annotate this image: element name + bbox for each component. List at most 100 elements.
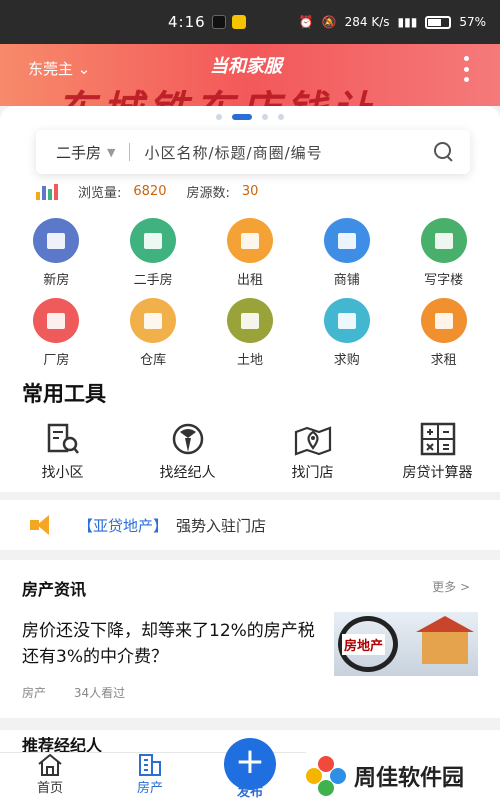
carousel-indicator [0, 114, 500, 120]
carousel-dot[interactable] [262, 114, 268, 120]
views-count: 6820 [133, 184, 167, 199]
carousel-dot-active[interactable] [232, 114, 252, 120]
shop-icon [323, 218, 370, 263]
divider [129, 143, 131, 161]
city-selector[interactable]: 东莞主 ⌄ [28, 58, 90, 79]
battery-icon [425, 15, 452, 29]
main-content: 二手房 ▼ 小区名称/标题/商圈/编号 浏览量: 6820 房源数: 30 新房… [0, 106, 500, 752]
listings-count: 30 [241, 184, 259, 199]
category-factory[interactable]: 厂房 [16, 298, 96, 368]
alarm-icon: ⏰ [298, 15, 314, 29]
network-speed: 284 K/s [344, 15, 390, 29]
announcement-text: 强势入驻门店 [176, 516, 267, 535]
announcement-bar[interactable]: 【亚贷地产】 强势入驻门店 [0, 500, 500, 550]
tool-label: 找小区 [41, 465, 84, 481]
home-icon [38, 753, 62, 776]
tab-label: 房产 [136, 781, 163, 796]
category-want-rent[interactable]: 求租 [404, 298, 484, 368]
rent-icon [226, 218, 273, 263]
agent-icon [172, 423, 203, 455]
search-input[interactable]: 小区名称/标题/商圈/编号 [144, 142, 434, 163]
caret-down-icon[interactable]: ▼ [107, 146, 115, 159]
office-building-icon [420, 218, 467, 263]
publish-label: 发布 [236, 785, 263, 800]
category-label: 土地 [236, 353, 263, 368]
warehouse-icon [130, 298, 177, 343]
clock: 4:16 [168, 13, 206, 31]
tab-property[interactable]: 房产 [100, 753, 200, 800]
find-agent-button[interactable]: 找经纪人 [133, 422, 243, 482]
category-label: 商铺 [333, 273, 360, 288]
category-label: 写字楼 [424, 273, 464, 288]
news-article-title[interactable]: 房价还没下降，却等来了12%的房产税还有3%的中介费？ [22, 618, 322, 670]
mortgage-calculator-button[interactable]: 房贷计算器 [383, 422, 493, 482]
map-pin-icon [294, 426, 331, 456]
app-notification-icon [231, 15, 246, 29]
battery-percent: 57% [459, 15, 486, 29]
want-rent-icon [420, 298, 467, 343]
more-menu-icon[interactable] [464, 56, 470, 82]
carousel-dot[interactable] [216, 114, 222, 120]
land-icon [226, 298, 273, 343]
category-label: 新房 [43, 273, 70, 288]
banner-slogan: 当和家服 [210, 56, 282, 77]
new-house-icon [33, 218, 80, 263]
tiktok-icon [211, 15, 226, 29]
category-label: 求购 [333, 353, 360, 368]
stats-row: 浏览量: 6820 房源数: 30 [36, 182, 272, 201]
news-readers: 34人看过 [73, 686, 126, 700]
category-rent[interactable]: 出租 [210, 218, 290, 288]
signal-icon: ▮▮▮ [397, 15, 418, 29]
status-bar: 4:16 ⏰ 🔕 284 K/s ▮▮▮ 57% [0, 0, 500, 44]
category-new-house[interactable]: 新房 [16, 218, 96, 288]
tool-label: 找经纪人 [159, 465, 216, 481]
recommended-agents-heading: 推荐经纪人 [22, 736, 103, 752]
tools-row: 找小区 找经纪人 找门店 房贷计算器 [0, 422, 500, 482]
category-office[interactable]: 写字楼 [404, 218, 484, 288]
news-more-link[interactable]: 更多 > [432, 578, 470, 595]
announcement-brand: 【亚贷地产】 [78, 516, 169, 535]
divider [0, 492, 500, 500]
chevron-down-icon: ⌄ [77, 60, 91, 78]
search-type-select[interactable]: 二手房 [56, 142, 101, 163]
category-warehouse[interactable]: 仓库 [113, 298, 193, 368]
watermark-text: 周佳软件园 [354, 766, 465, 791]
bar-chart-icon [36, 183, 62, 200]
find-store-button[interactable]: 找门店 [258, 422, 368, 482]
divider [0, 550, 500, 560]
find-community-button[interactable]: 找小区 [8, 422, 118, 482]
category-label: 厂房 [43, 353, 70, 368]
status-icons: ⏰ 🔕 284 K/s ▮▮▮ 57% [299, 15, 486, 29]
watermark-logo-icon [306, 756, 346, 796]
search-icon[interactable] [434, 142, 454, 162]
buildings-icon [139, 754, 161, 776]
category-label: 求租 [430, 353, 457, 368]
house-graphic [416, 616, 474, 664]
search-bar[interactable]: 二手房 ▼ 小区名称/标题/商圈/编号 [36, 130, 470, 174]
category-label: 仓库 [140, 353, 167, 368]
tool-label: 找门店 [291, 465, 334, 481]
thumbnail-tag: 房地产 [342, 634, 386, 655]
banner-headline: 东城铁东店钱让 [56, 78, 378, 106]
carousel-dot[interactable] [278, 114, 284, 120]
plus-icon: + [234, 741, 266, 782]
watermark: 周佳软件园 [306, 752, 500, 800]
category-shop[interactable]: 商铺 [307, 218, 387, 288]
speaker-icon [30, 515, 60, 535]
category-label: 二手房 [133, 273, 173, 288]
news-category: 房产 [22, 686, 47, 700]
category-land[interactable]: 土地 [210, 298, 290, 368]
category-want-buy[interactable]: 求购 [307, 298, 387, 368]
category-grid: 新房 二手房 出租 商铺 写字楼 厂房 仓库 土地 求购 求租 [0, 218, 500, 368]
category-label: 出租 [236, 273, 263, 288]
news-thumbnail[interactable]: 房地产 [334, 612, 478, 676]
want-buy-icon [323, 298, 370, 343]
divider [0, 718, 500, 730]
tab-home[interactable]: 首页 [0, 753, 100, 800]
promo-banner[interactable]: 东莞主 ⌄ 当和家服 东城铁东店钱让 [0, 44, 500, 106]
building-search-icon [47, 423, 79, 454]
tool-label: 房贷计算器 [402, 465, 473, 481]
category-second-hand[interactable]: 二手房 [113, 218, 193, 288]
calculator-icon [420, 422, 455, 456]
views-label: 浏览量: [78, 186, 122, 201]
